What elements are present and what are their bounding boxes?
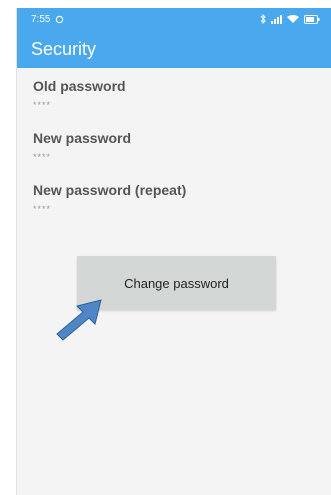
phone-screen: 7:55 Security Old password New p [16,8,331,495]
notification-icon [55,15,64,24]
new-password-input[interactable] [33,152,213,162]
repeat-password-field[interactable]: New password (repeat) [17,172,331,224]
repeat-password-label: New password (repeat) [33,182,187,198]
wifi-icon [287,14,299,24]
battery-icon [304,14,320,24]
status-bar: 7:55 [17,8,331,30]
old-password-input[interactable] [33,100,213,110]
pointer-arrow-icon [56,299,102,341]
repeat-password-input[interactable] [33,204,213,214]
old-password-field[interactable]: Old password [17,68,331,120]
new-password-field[interactable]: New password [17,120,331,172]
old-password-label: Old password [33,78,126,94]
status-right [260,14,320,24]
app-bar: Security [17,30,331,68]
status-left: 7:55 [31,14,64,25]
signal-icon [271,14,282,24]
page-title: Security [31,38,97,59]
bluetooth-icon [260,14,266,24]
status-time: 7:55 [31,13,51,25]
new-password-label: New password [33,130,132,146]
